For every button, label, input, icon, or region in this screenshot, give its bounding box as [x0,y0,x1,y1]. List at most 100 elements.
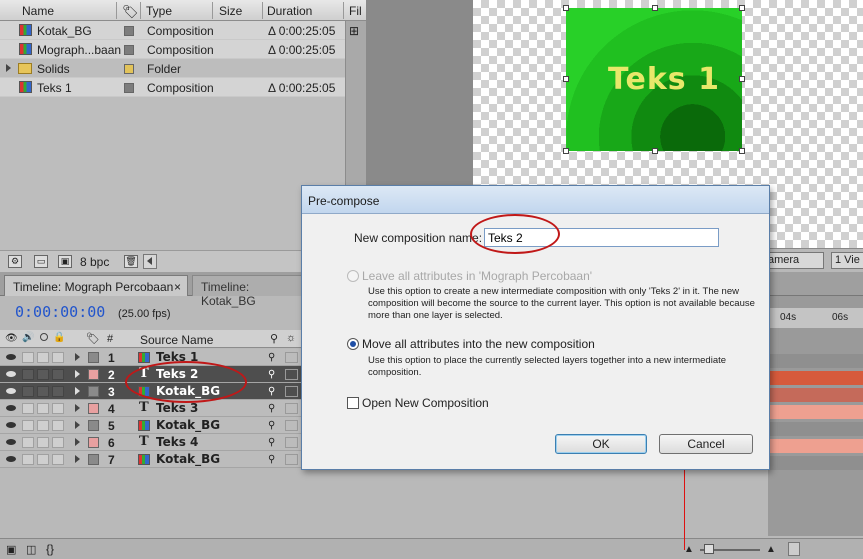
lock-switch[interactable] [52,420,64,431]
time-ruler[interactable]: 04s 06s [768,308,863,328]
column-type[interactable]: Type [146,4,172,18]
label-color-swatch[interactable] [124,26,134,36]
tab-timeline-mograph[interactable]: Timeline: Mograph Percobaan × [4,275,188,296]
viewer-text-layer[interactable]: Teks 1 [608,62,720,97]
current-time-indicator[interactable] [684,470,685,550]
layer-row[interactable]: 1 Teks 1 ⚲ [0,349,302,366]
project-item[interactable]: Mograph...baan Composition Δ 0:00:25:05 [0,40,345,59]
expand-triangle-icon[interactable] [75,438,80,446]
label-color-swatch[interactable] [88,420,99,431]
flowchart-icon[interactable]: ⊞ [349,24,359,38]
eye-icon[interactable] [6,439,16,445]
expand-triangle-icon[interactable] [6,64,11,72]
audio-switch[interactable] [22,420,34,431]
layer-row[interactable]: 6 T Teks 4 ⚲ [0,434,302,451]
label-tag-icon[interactable]: 🏷 [86,332,100,345]
toggle-switches-icon[interactable]: ▣ [6,543,16,556]
shy-switch-icon[interactable]: ⚲ [268,454,281,465]
transform-handle[interactable] [563,148,569,154]
lock-switch[interactable] [52,437,64,448]
expand-triangle-icon[interactable] [75,387,80,395]
lock-icon[interactable]: 🔒 [53,332,65,343]
expand-triangle-icon[interactable] [75,455,80,463]
expand-triangle-icon[interactable] [75,404,80,412]
layer-track-bar[interactable] [768,439,863,453]
close-icon[interactable]: × [174,280,181,294]
collapse-switch[interactable] [285,386,298,397]
transform-handle[interactable] [652,148,658,154]
move-attributes-radio[interactable] [347,338,359,350]
zoom-in-icon[interactable]: ▲ [766,544,776,555]
transform-handle[interactable] [739,5,745,11]
layer-track-bar[interactable] [768,405,863,419]
expand-triangle-icon[interactable] [75,353,80,361]
column-source-name[interactable]: Source Name [140,333,213,347]
collapse-switch[interactable] [285,437,298,448]
eye-icon[interactable] [6,456,16,462]
solo-switch[interactable] [37,369,49,380]
eye-icon[interactable] [6,354,16,360]
transform-handle[interactable] [563,5,569,11]
expand-triangle-icon[interactable] [75,370,80,378]
transform-handle[interactable] [652,5,658,11]
column-size[interactable]: Size [219,4,242,18]
zoom-out-icon[interactable]: ▲ [684,544,694,555]
layer-track-bar[interactable] [768,388,863,402]
layer-row[interactable]: 4 T Teks 3 ⚲ [0,400,302,417]
cancel-button[interactable]: Cancel [659,434,753,454]
lock-switch[interactable] [52,369,64,380]
expand-triangle-icon[interactable] [75,421,80,429]
audio-switch[interactable] [22,352,34,363]
collapse-switch[interactable] [285,403,298,414]
layer-track-bar[interactable] [768,456,863,470]
layer-track-bar[interactable] [768,371,863,385]
tab-timeline-kotak[interactable]: Timeline: Kotak_BG [192,275,304,308]
zoom-slider-thumb[interactable] [704,544,714,554]
eye-icon[interactable] [6,388,16,394]
transform-handle[interactable] [739,76,745,82]
leave-attributes-radio[interactable] [347,270,359,282]
solo-switch[interactable] [37,386,49,397]
ok-button[interactable]: OK [555,434,647,454]
collapse-switch[interactable] [285,352,298,363]
label-color-swatch[interactable] [124,64,134,74]
column-number[interactable]: # [107,333,113,345]
label-tag-icon[interactable]: 🏷 [122,4,139,20]
timeline-track-area[interactable]: 04s 06s [768,296,863,536]
collapse-switch[interactable] [285,369,298,380]
solo-switch[interactable] [37,437,49,448]
label-color-swatch[interactable] [88,454,99,465]
eye-icon[interactable]: 👁 [5,333,18,344]
column-file-path[interactable]: Fil [349,4,362,18]
new-folder-icon[interactable]: ▭ [34,255,48,268]
project-item[interactable]: Kotak_BG Composition Δ 0:00:25:05 [0,21,345,40]
layer-row[interactable]: 5 Kotak_BG ⚲ [0,417,302,434]
transform-handle[interactable] [563,76,569,82]
eye-icon[interactable] [6,405,16,411]
solo-switch[interactable] [37,454,49,465]
label-color-swatch[interactable] [88,403,99,414]
dialog-title-bar[interactable]: Pre-compose [302,186,769,214]
label-color-swatch[interactable] [124,83,134,93]
layer-row[interactable]: 7 Kotak_BG ⚲ [0,451,302,468]
transform-handle[interactable] [739,148,745,154]
collapse-switch-icon[interactable]: ☼ [286,332,296,344]
scroll-button[interactable] [788,542,800,556]
solo-switch[interactable] [37,420,49,431]
label-color-swatch[interactable] [124,45,134,55]
column-name[interactable]: Name [22,4,54,18]
toggle-modes-icon[interactable]: ◫ [26,543,36,556]
project-item[interactable]: Teks 1 Composition Δ 0:00:25:05 [0,78,345,97]
lock-switch[interactable] [52,403,64,414]
shy-switch-icon[interactable]: ⚲ [268,420,281,431]
expand-panes-icon[interactable]: {} [46,542,54,556]
interpret-footage-icon[interactable]: ⚙ [8,255,22,268]
audio-switch[interactable] [22,403,34,414]
audio-switch[interactable] [22,437,34,448]
bit-depth-label[interactable]: 8 bpc [80,255,109,269]
active-camera-dropdown[interactable]: amera [764,252,824,269]
shy-switch-icon[interactable]: ⚲ [268,352,281,363]
audio-switch[interactable] [22,369,34,380]
solo-icon[interactable] [40,333,48,341]
column-duration[interactable]: Duration [267,4,312,18]
